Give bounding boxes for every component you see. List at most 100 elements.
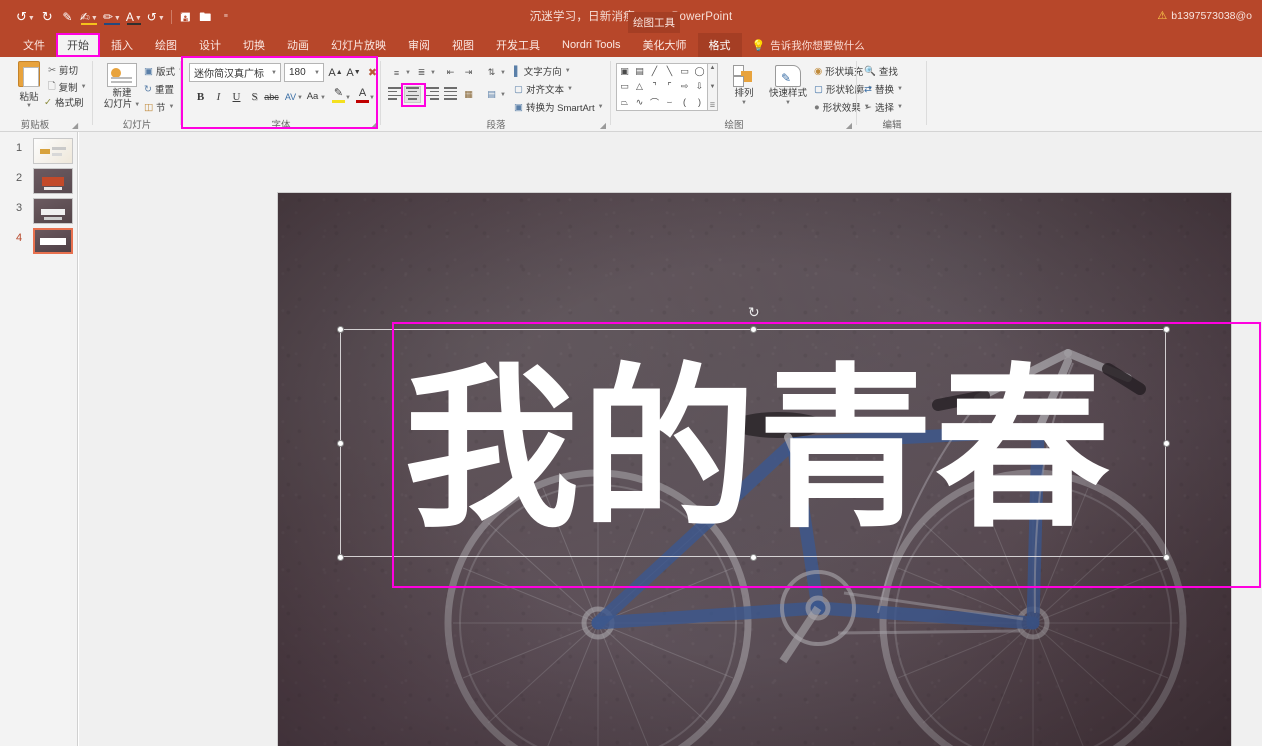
chevron-down-icon[interactable]: ▼	[565, 68, 571, 74]
smartart-layout-button[interactable]: ▤	[483, 86, 500, 103]
bold-button[interactable]: B	[192, 87, 209, 106]
numbering-button[interactable]: ≣	[413, 64, 430, 81]
tab-animations[interactable]: 动画	[276, 33, 320, 57]
text-direction-button[interactable]: ▌ 文字方向 ▼	[514, 64, 571, 78]
selection-handle-bottom-left[interactable]	[337, 554, 344, 561]
tell-me-search[interactable]: 💡 告诉我你想要做什么	[742, 33, 875, 57]
align-right-button[interactable]	[424, 86, 441, 103]
selection-handle-top-right[interactable]	[1163, 326, 1170, 333]
selection-handle-middle-right[interactable]	[1163, 440, 1170, 447]
chevron-down-icon[interactable]: ▼	[500, 92, 506, 98]
align-center-button[interactable]	[404, 86, 421, 103]
arrange-button[interactable]: 排列 ▼	[726, 65, 762, 107]
chevron-down-icon[interactable]: ▼	[169, 104, 175, 110]
tab-transitions[interactable]: 切换	[232, 33, 276, 57]
quick-styles-button[interactable]: ✎ 快速样式 ▼	[766, 65, 810, 107]
selection-handle-middle-left[interactable]	[337, 440, 344, 447]
selection-handle-top-left[interactable]	[337, 326, 344, 333]
drawing-dialog-launcher[interactable]: ◢	[846, 121, 852, 130]
tab-draw[interactable]: 绘图	[144, 33, 188, 57]
shape-right-brace[interactable]: )	[698, 97, 701, 107]
columns-button[interactable]: ▦	[460, 86, 477, 103]
clear-formatting-icon[interactable]: ✖	[364, 63, 381, 82]
find-button[interactable]: 🔍 查找	[864, 64, 898, 78]
tab-design[interactable]: 设计	[188, 33, 232, 57]
selection-handle-bottom-right[interactable]	[1163, 554, 1170, 561]
shape-line[interactable]: ╱	[652, 66, 657, 77]
font-name-combo[interactable]: 迷你简汉真广标 ▼	[189, 63, 281, 82]
italic-button[interactable]: I	[210, 87, 227, 106]
chevron-down-icon[interactable]: ▼	[897, 104, 903, 110]
paragraph-dialog-launcher[interactable]: ◢	[600, 121, 606, 130]
cut-button[interactable]: ✂ 剪切	[48, 63, 78, 77]
convert-to-smartart-button[interactable]: ▣ 转换为 SmartArt ▼	[514, 100, 604, 114]
font-dialog-launcher[interactable]: ◢	[370, 121, 376, 130]
text-shadow-button[interactable]: S	[246, 87, 263, 106]
shape-arc[interactable]: ⌣	[667, 97, 673, 108]
chevron-down-icon[interactable]: ▼	[567, 86, 573, 92]
layout-button[interactable]: ▣ 版式 ▼	[144, 64, 184, 78]
strikethrough-button[interactable]: abc	[263, 87, 280, 106]
tab-insert[interactable]: 插入	[100, 33, 144, 57]
shape-textbox[interactable]: ▣	[620, 66, 629, 77]
clipboard-dialog-launcher[interactable]: ◢	[72, 121, 78, 130]
shape-curve[interactable]: ⌒	[650, 96, 659, 109]
chevron-down-icon[interactable]: ▼	[81, 84, 87, 90]
align-left-button[interactable]	[386, 86, 403, 103]
bullets-button[interactable]: ≡	[388, 64, 405, 81]
justify-button[interactable]	[442, 86, 459, 103]
chevron-down-icon[interactable]: ▼	[430, 70, 436, 76]
font-size-combo[interactable]: 180 ▼	[284, 63, 324, 82]
tab-review[interactable]: 审阅	[397, 33, 441, 57]
shape-oval[interactable]: ◯	[694, 66, 704, 77]
shape-left-brace[interactable]: (	[683, 97, 686, 107]
tab-meihua-master[interactable]: 美化大师	[632, 33, 698, 57]
slide-thumbnail-4[interactable]: 4	[0, 226, 78, 262]
chevron-down-icon[interactable]: ▼	[10, 103, 48, 109]
shape-textbox2[interactable]: ▤	[635, 66, 644, 77]
shape-triangle[interactable]: △	[636, 81, 643, 92]
reset-button[interactable]: ↻ 重置	[144, 82, 174, 96]
align-text-button[interactable]: ▢ 对齐文本 ▼	[514, 82, 573, 96]
chevron-down-icon[interactable]: ▼	[320, 95, 326, 101]
chevron-down-icon[interactable]: ▼	[500, 70, 506, 76]
shapes-gallery[interactable]: ▣ ▤ ╱ ╲ ▭ ◯ ▭ △ ⌝ ⌜ ⇨ ⇩ ⏢ ∿ ⌒ ⌣ (	[616, 63, 708, 111]
tab-nordri-tools[interactable]: Nordri Tools	[551, 33, 632, 57]
tab-slideshow[interactable]: 幻灯片放映	[320, 33, 397, 57]
chevron-down-icon[interactable]: ▼	[134, 102, 140, 109]
underline-button[interactable]: U	[228, 87, 245, 106]
replace-button[interactable]: ⇄ 替换 ▼	[864, 82, 903, 96]
tab-view[interactable]: 视图	[441, 33, 485, 57]
shape-pentagon[interactable]: ⏢	[621, 97, 628, 108]
shape-arrow[interactable]: ╲	[667, 66, 672, 77]
new-slide-button[interactable]: 新建 幻灯片 ▼	[100, 63, 144, 111]
tab-home[interactable]: 开始	[56, 33, 100, 57]
copy-button[interactable]: 🗋 复制 ▼	[48, 79, 87, 95]
shapes-gallery-scrollbar[interactable]: ▲ ▼ ☰	[708, 63, 718, 111]
chevron-down-icon[interactable]: ▼	[314, 70, 320, 76]
chevron-down-icon[interactable]: ▼	[741, 100, 747, 107]
chevron-down-icon[interactable]: ▼	[598, 104, 604, 110]
shapes-more-icon[interactable]: ☰	[710, 102, 715, 109]
shape-right-arrow[interactable]: ⇨	[681, 81, 689, 92]
shape-elbow2[interactable]: ⌜	[667, 81, 671, 92]
section-button[interactable]: ◫ 节 ▼	[144, 100, 174, 114]
chevron-down-icon[interactable]: ▼	[405, 70, 411, 76]
account-info[interactable]: ⚠ b1397573038@o	[1157, 9, 1252, 22]
scroll-up-icon[interactable]: ▲	[710, 65, 716, 71]
shape-rounded-rect[interactable]: ▭	[620, 81, 629, 92]
decrease-indent-button[interactable]: ⇤	[442, 64, 459, 81]
chevron-down-icon[interactable]: ▼	[785, 100, 791, 107]
shape-scribble[interactable]: ∿	[636, 97, 644, 108]
chevron-down-icon[interactable]: ▼	[271, 70, 277, 76]
slide-canvas[interactable]: 我的青春 ↻ Office教程网 www.office26.com	[278, 193, 1231, 746]
chevron-down-icon[interactable]: ▼	[297, 95, 303, 101]
tab-developer[interactable]: 开发工具	[485, 33, 551, 57]
rotate-handle-icon[interactable]: ↻	[748, 305, 760, 319]
increase-indent-button[interactable]: ⇥	[460, 64, 477, 81]
shape-elbow[interactable]: ⌝	[652, 81, 656, 92]
change-case-button[interactable]: Aa	[304, 87, 321, 106]
decrease-font-size-button[interactable]: A▼	[345, 63, 362, 82]
scroll-down-icon[interactable]: ▼	[710, 84, 716, 90]
shape-rectangle[interactable]: ▭	[680, 66, 689, 77]
